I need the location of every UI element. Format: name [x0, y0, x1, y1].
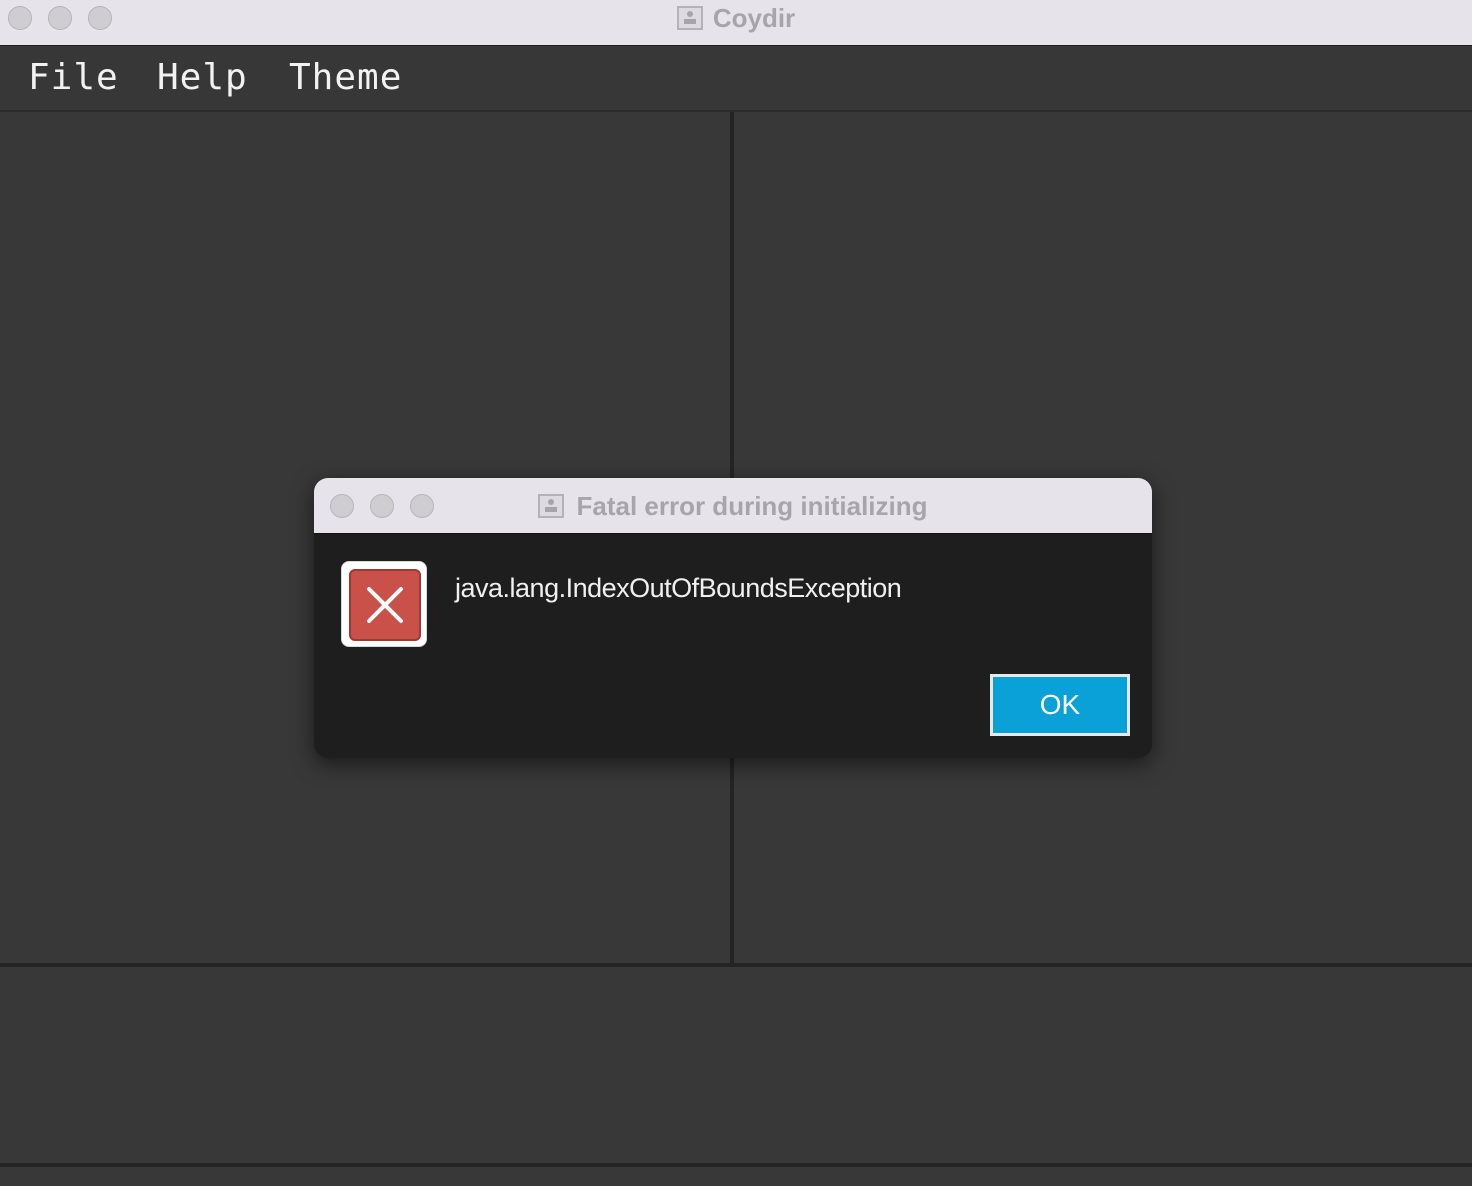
document-icon	[538, 494, 565, 518]
error-message: java.lang.IndexOutOfBoundsException	[455, 573, 902, 603]
dialog-title-group: Fatal error during initializing	[314, 478, 1152, 534]
window-title-group: Coydir	[0, 0, 1472, 36]
error-x-icon	[341, 561, 427, 647]
window-titlebar[interactable]: Coydir	[0, 0, 1472, 46]
menu-theme[interactable]: Theme	[289, 57, 402, 98]
ok-button[interactable]: OK	[990, 674, 1130, 736]
dialog-titlebar[interactable]: Fatal error during initializing	[314, 478, 1152, 534]
bottom-pane	[0, 967, 1472, 1163]
menu-help[interactable]: Help	[157, 57, 248, 98]
dialog-title: Fatal error during initializing	[576, 490, 928, 521]
x-mark-icon	[367, 587, 403, 623]
menu-file[interactable]: File	[28, 57, 119, 98]
window-title: Coydir	[712, 2, 796, 33]
menu-bar: File Help Theme	[0, 47, 1472, 112]
document-icon	[676, 6, 703, 30]
bottom-divider	[0, 1163, 1472, 1167]
